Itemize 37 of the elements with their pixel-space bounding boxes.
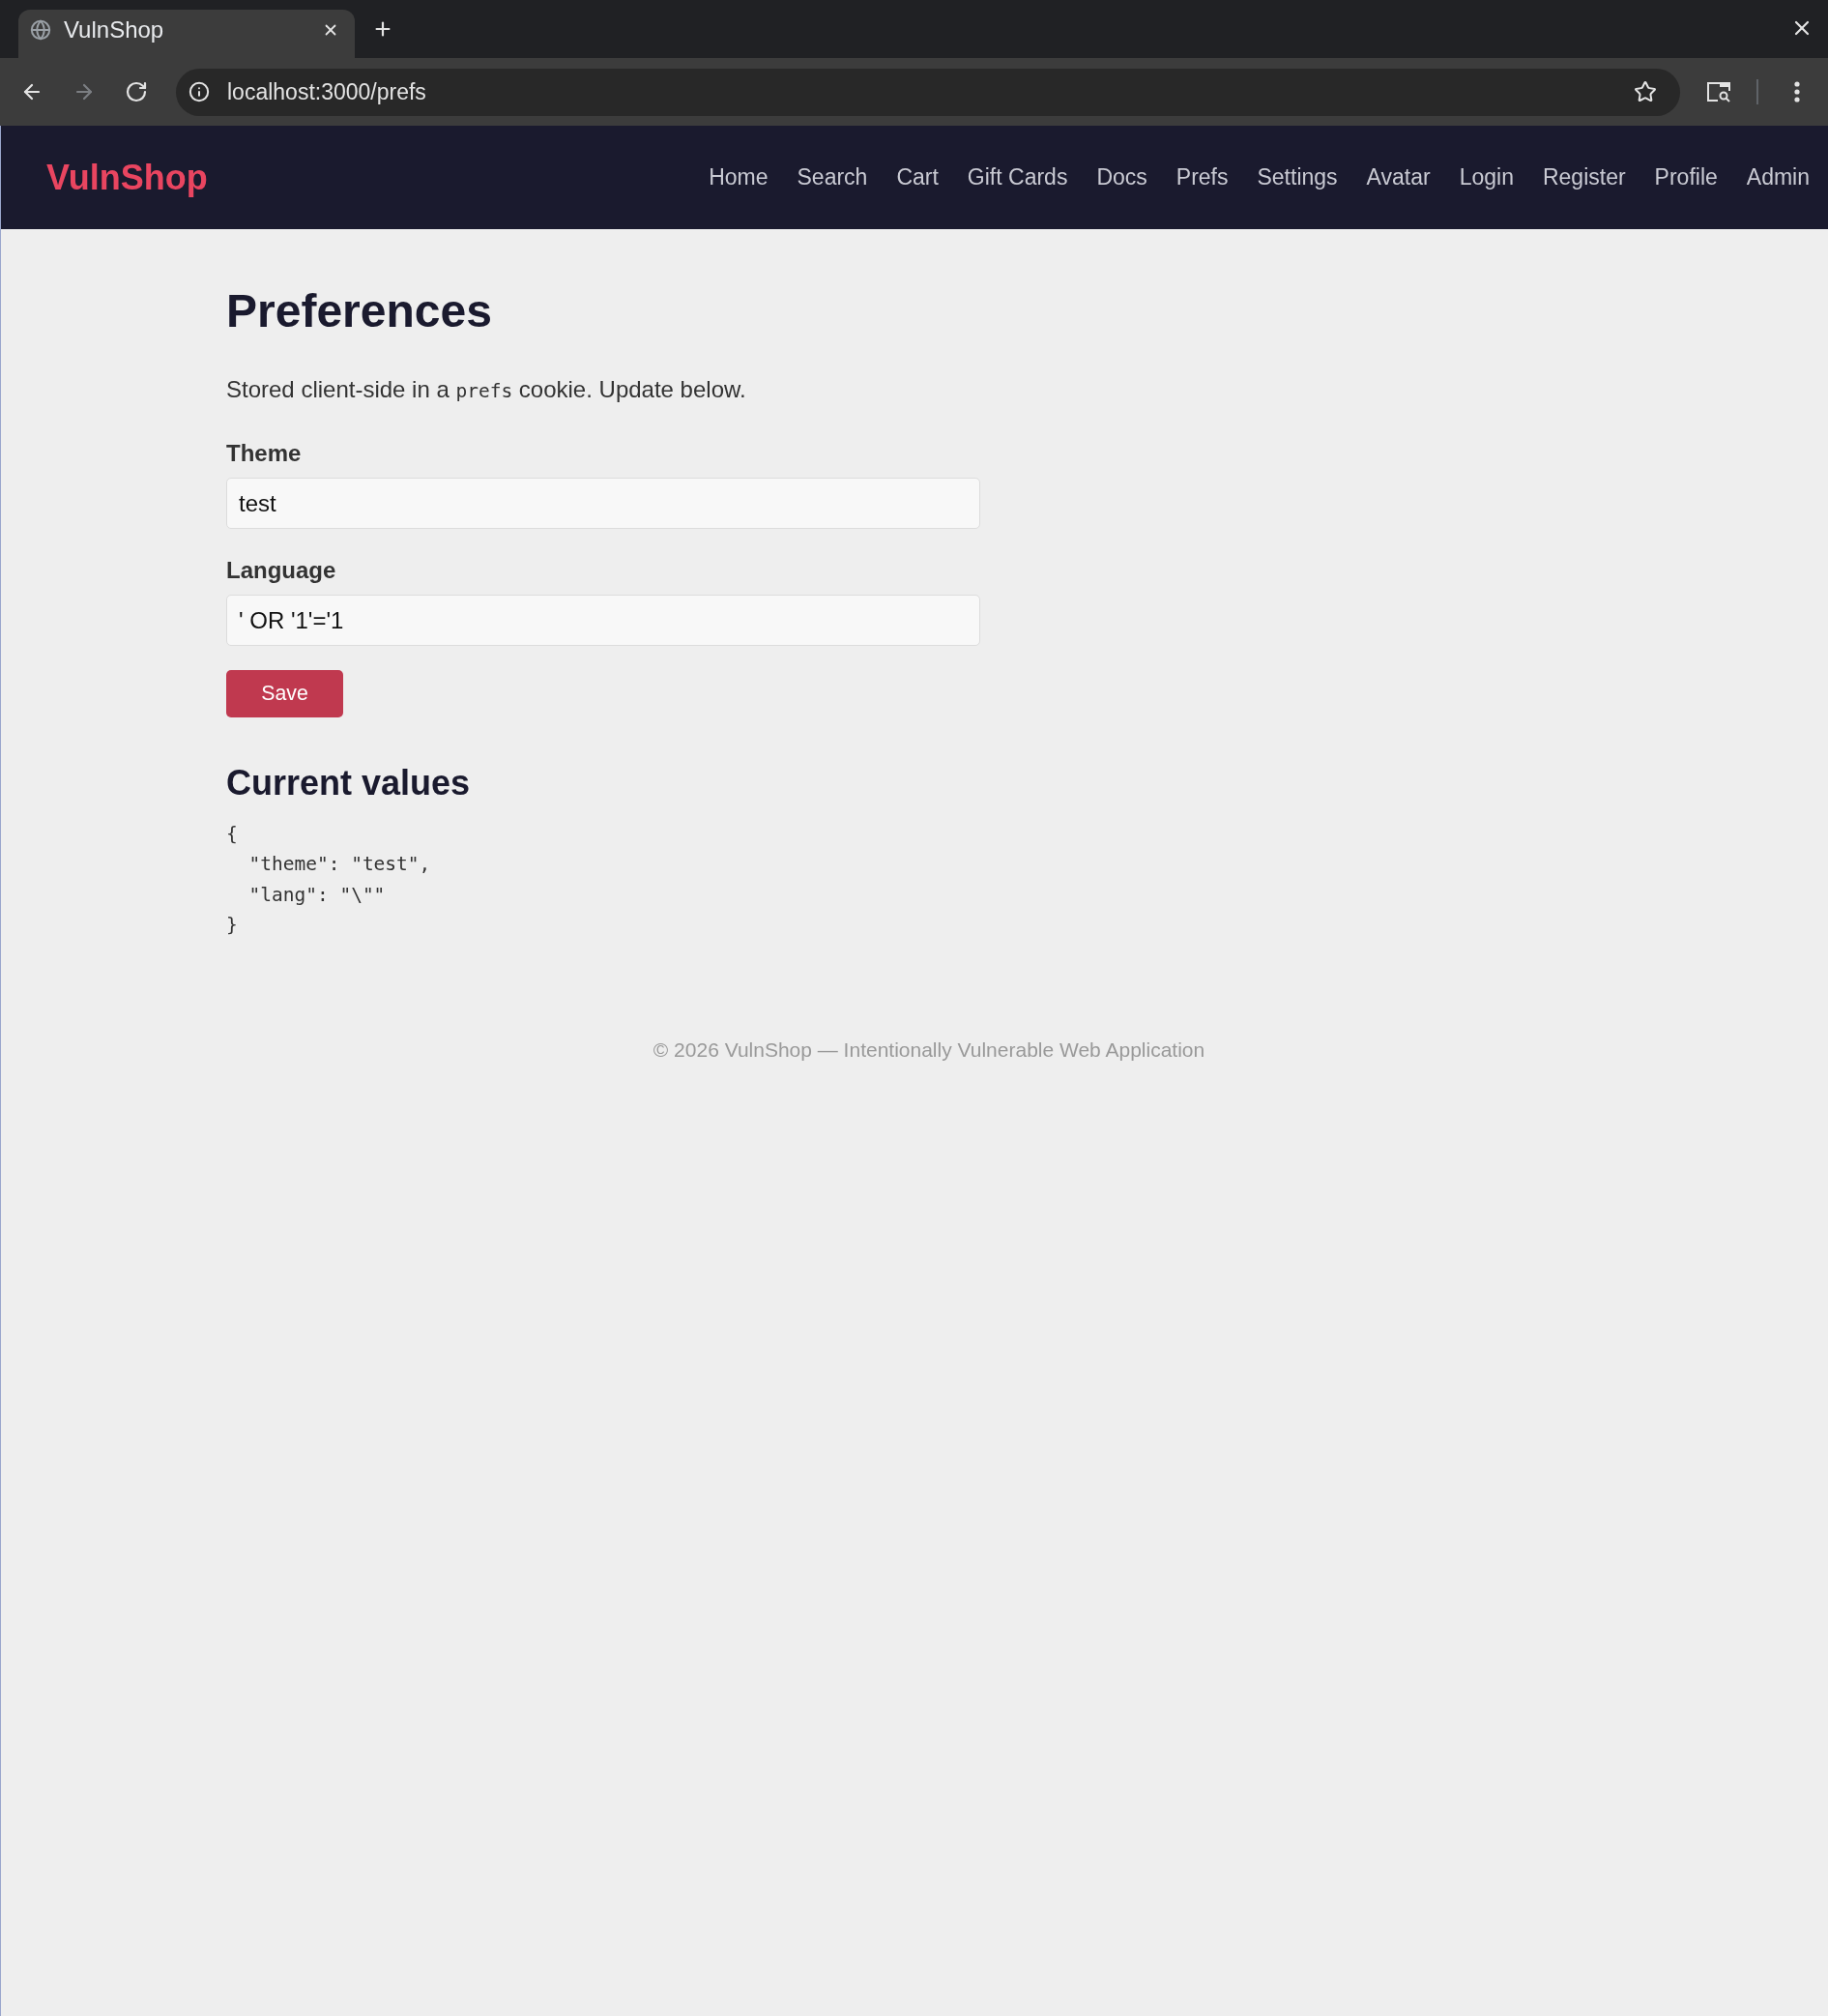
reload-icon [125,80,148,103]
text-input[interactable]: test [226,478,980,530]
field-label: Theme [226,439,303,469]
nav-link[interactable]: Cart [896,164,939,190]
nav-link[interactable]: Search [797,164,868,190]
menu-icon [1794,81,1800,102]
nav-link[interactable]: Docs [1096,164,1147,190]
field-label: Language [226,556,337,586]
tab-title: VulnShop [64,16,165,44]
browser-tab[interactable]: VulnShop [18,10,355,58]
save-button[interactable]: Save [226,670,343,718]
site-info-button[interactable] [189,81,210,102]
nav-link[interactable]: Login [1459,164,1514,190]
intro-text: Stored client-side in a prefs cookie. Update below. [226,375,747,405]
info-icon [189,81,210,102]
footer-text: © 2026 VulnShop — Intentionally Vulnerable Web Application [653,1037,1205,1063]
tab-search-button[interactable] [1706,81,1731,102]
menu-button[interactable] [1794,81,1800,102]
nav-link[interactable]: Avatar [1366,164,1431,190]
brand-link[interactable]: VulnShop [46,157,208,198]
nav-link[interactable]: Home [709,164,769,190]
nav-link[interactable]: Admin [1746,164,1810,190]
reload-button[interactable] [125,80,148,103]
address-bar[interactable]: localhost:3000/prefs [176,68,1680,116]
bookmark-button[interactable] [1634,80,1657,103]
page-title: Preferences [226,284,493,338]
section-title: Current values [226,763,472,803]
nav-link[interactable]: Register [1542,164,1626,190]
json-text: { "theme": "test", "lang": "\"" } [226,821,431,939]
text-input[interactable]: ' OR '1'='1 [226,595,980,647]
nav-link[interactable]: Profile [1654,164,1718,190]
nav-link[interactable]: Gift Cards [967,164,1068,190]
nav-link[interactable]: Prefs [1175,164,1229,190]
nav-link[interactable]: Settings [1257,164,1338,190]
window-search-icon [1706,81,1731,102]
star-icon [1634,80,1657,103]
globe-icon [30,19,51,41]
